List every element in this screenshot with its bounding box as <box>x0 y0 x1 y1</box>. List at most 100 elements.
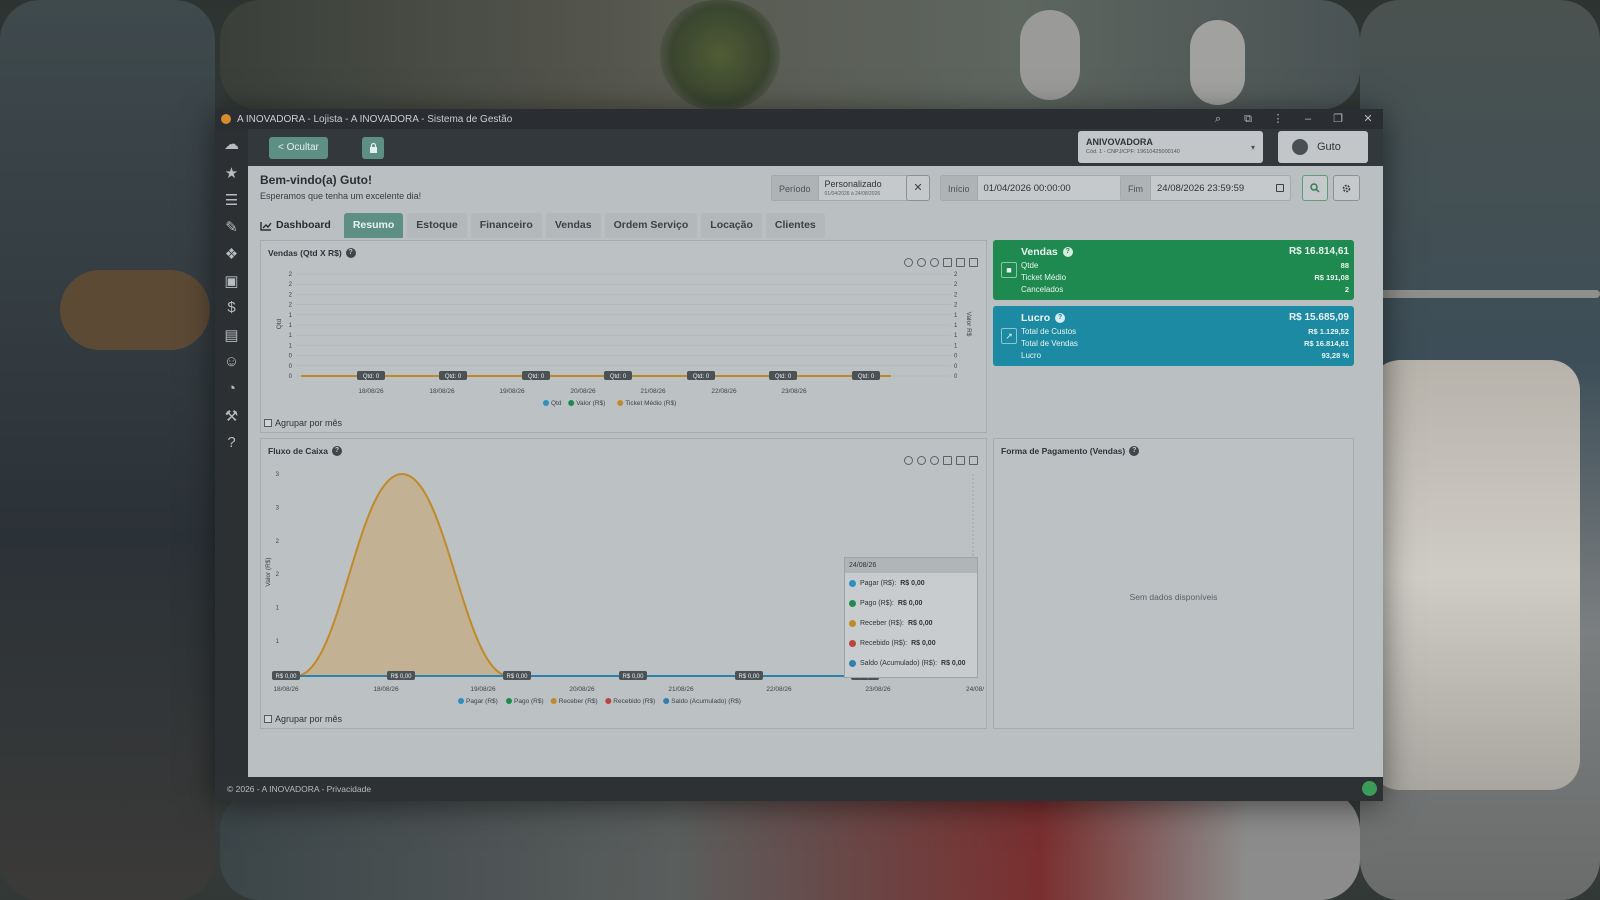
calendar-icon[interactable] <box>1276 184 1284 192</box>
cash-flow-panel: Fluxo de Caixa ? 3 3 2 2 1 1 Valor (R$) R$ 0,00… <box>260 438 987 729</box>
tab-dashboard[interactable]: Dashboard <box>260 213 340 238</box>
y-tick-label: 1 <box>289 343 293 349</box>
filter-settings-button[interactable] <box>1333 175 1360 201</box>
sidebar-item-list[interactable]: ☰ <box>215 186 248 213</box>
start-date-filter: Início 01/04/2026 00:00:00 <box>940 175 1148 201</box>
group-by-month-checkbox[interactable] <box>264 715 272 723</box>
help-icon[interactable]: ? <box>1062 247 1073 257</box>
sidebar-item-tools[interactable]: ⚒ <box>215 402 248 429</box>
y-tick-label: 1 <box>289 323 293 329</box>
car-icon: ▣ <box>224 272 239 290</box>
x-tick-label: 20/08/26 <box>569 686 595 693</box>
tooltip-value: R$ 0,00 <box>900 579 925 587</box>
sidebar-item-home[interactable]: ☁ <box>215 129 248 159</box>
y-tick-label: 1 <box>276 606 280 612</box>
restore-button[interactable]: ❐ <box>1323 109 1353 129</box>
data-label: Qtd: 0 <box>363 374 380 380</box>
more-options-icon[interactable]: ⋮ <box>1263 109 1293 129</box>
tab-financeiro[interactable]: Financeiro <box>470 213 542 238</box>
row-value: 2 <box>1344 285 1349 294</box>
sidebar-item-reports[interactable]: ◔ <box>215 375 248 402</box>
tab-ordem-servico[interactable]: Ordem Serviço <box>604 213 698 238</box>
tab-locacao[interactable]: Locação <box>701 213 762 238</box>
group-by-month-checkbox[interactable] <box>264 419 272 427</box>
group-by-month-label: Agrupar por mês <box>275 418 343 428</box>
group-by-month-cashflow[interactable]: Agrupar por mês <box>264 714 342 724</box>
tools-icon: ⚒ <box>224 407 239 425</box>
series-dot <box>849 619 856 627</box>
group-by-month-sales[interactable]: Agrupar por mês <box>264 418 342 428</box>
background-shirts <box>1370 360 1580 790</box>
tab-vendas[interactable]: Vendas <box>545 213 601 238</box>
y2-axis-label: Valor R$ <box>965 312 972 337</box>
row-label: Lucro <box>1021 351 1042 360</box>
footer-text[interactable]: © 2026 - A INOVADORA - Privacidade <box>227 784 371 794</box>
sidebar-item-finance[interactable]: $ <box>215 294 248 321</box>
sidebar-item-vehicles[interactable]: ▣ <box>215 267 248 294</box>
minimize-button[interactable]: – <box>1293 109 1323 129</box>
whatsapp-icon[interactable] <box>1362 781 1377 796</box>
tab-label: Dashboard <box>276 219 331 231</box>
period-label: Período <box>771 175 819 201</box>
tooltip-date: 24/08/26 <box>845 558 977 573</box>
window-title: A INOVADORA - Lojista - A INOVADORA - Si… <box>237 113 513 125</box>
end-date-input[interactable]: 24/08/2026 23:59:59 <box>1151 175 1291 201</box>
x-tick-label: 20/08/26 <box>570 388 596 395</box>
sales-chart-svg: 2 2 2 2 2 2 2 2 1 1 1 1 1 1 1 1 0 0 0 0 0 0 Qtd Valor R$ 18/08/2… <box>276 272 972 407</box>
no-data-message: Sem dados disponíveis <box>1129 592 1218 602</box>
users-icon: ☺ <box>223 353 240 370</box>
cubes-icon: ❖ <box>224 245 239 263</box>
star-icon: ★ <box>224 164 239 182</box>
search-button[interactable] <box>1302 175 1328 201</box>
start-date-value: 01/04/2026 00:00:00 <box>983 182 1071 194</box>
end-date-filter: Fim 24/08/2026 23:59:59 <box>1120 175 1291 201</box>
tooltip-row: Pagar (R$): R$ 0,00 <box>845 573 977 593</box>
legend-label: Pagar (R$) <box>466 698 498 705</box>
sidebar-item-products[interactable]: ❖ <box>215 240 248 267</box>
sales-card-row: Qtde 88 <box>1021 261 1349 270</box>
help-icon[interactable]: ? <box>345 248 356 258</box>
sidebar-item-favorites[interactable]: ★ <box>215 159 248 186</box>
tab-estoque[interactable]: Estoque <box>407 213 467 238</box>
sidebar-item-briefcase[interactable]: ▤ <box>215 321 248 348</box>
company-select[interactable]: ANIVOVADORA Cód. 1 - CNPJ/CPF: 196104250… <box>1078 131 1263 163</box>
data-label: Qtd: 0 <box>610 374 627 380</box>
data-label: Qtd: 0 <box>858 374 875 380</box>
legend-label: Receber (R$) <box>559 698 598 705</box>
series-dot <box>849 599 856 607</box>
help-icon[interactable]: ? <box>1055 313 1066 323</box>
footer: © 2026 - A INOVADORA - Privacidade <box>215 777 1383 801</box>
extensions-icon[interactable]: ⧉ <box>1233 109 1263 129</box>
tooltip-rows: Pagar (R$): R$ 0,00 Pago (R$): R$ 0,00 Receb… <box>845 573 977 673</box>
tab-resumo[interactable]: Resumo <box>343 213 404 238</box>
tooltip-label: Pago (R$): <box>860 599 894 607</box>
sidebar-item-edit[interactable]: ✎ <box>215 213 248 240</box>
help-icon[interactable]: ? <box>332 446 342 456</box>
profit-card-title: Lucro ? <box>1021 312 1066 324</box>
dashboard-tabs: Dashboard Resumo Estoque Financeiro Vend… <box>260 213 825 238</box>
y-tick-label: 1 <box>276 639 280 645</box>
close-button[interactable]: ✕ <box>1353 109 1383 129</box>
lock-button[interactable] <box>362 137 384 159</box>
row-label: Total de Vendas <box>1021 339 1078 348</box>
y-tick-label: 0 <box>289 374 293 380</box>
sales-card-value: R$ 16.814,61 <box>1288 246 1349 257</box>
search-icon[interactable]: ⌕ <box>1203 109 1233 129</box>
sidebar-item-users[interactable]: ☺ <box>215 348 248 375</box>
tooltip-value: R$ 0,00 <box>911 639 936 647</box>
hide-button[interactable]: < Ocultar <box>269 137 328 159</box>
clear-period-button[interactable]: ✕ <box>906 175 930 201</box>
sidebar-item-help[interactable]: ? <box>215 429 248 456</box>
legend-marker <box>506 698 512 704</box>
help-icon[interactable]: ? <box>1129 446 1140 456</box>
period-select[interactable]: Personalizado 01/04/2026 à 24/08/2026 ↕ <box>818 175 915 201</box>
profit-card-value: R$ 15.685,09 <box>1288 312 1349 323</box>
chart-tooltip: 24/08/26 Pagar (R$): R$ 0,00 Pago (R$): R$ … <box>844 557 978 678</box>
user-menu[interactable]: Guto <box>1278 131 1368 163</box>
tab-clientes[interactable]: Clientes <box>765 213 825 238</box>
top-bar: < Ocultar ANIVOVADORA Cód. 1 - CNPJ/CPF:… <box>248 129 1383 166</box>
legend-label: Ticket Médio (R$) <box>625 400 676 407</box>
period-range: 01/04/2026 à 24/08/2026 <box>824 191 881 197</box>
company-document: Cód. 1 - CNPJ/CPF: 19610425000140 <box>1086 149 1180 155</box>
row-label: Ticket Médio <box>1021 273 1067 282</box>
